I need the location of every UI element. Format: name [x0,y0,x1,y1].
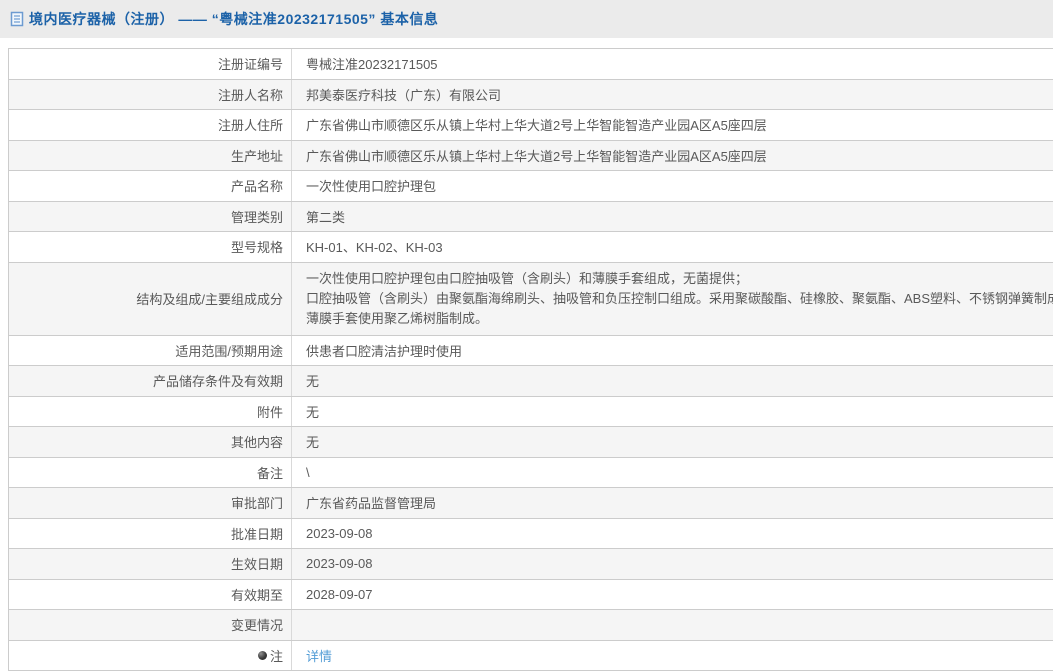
row-label: 有效期至 [9,580,292,610]
row-value: 邦美泰医疗科技（广东）有限公司 [292,80,1053,110]
row-label: 注 [9,641,292,671]
row-label: 型号规格 [9,232,292,262]
row-value: 一次性使用口腔护理包由口腔抽吸管（含刷头）和薄膜手套组成，无菌提供； 口腔抽吸管… [292,263,1053,335]
page-header: 境内医疗器械（注册） —— “粤械注准20232171505” 基本信息 [0,0,1053,38]
row-value: 广东省佛山市顺德区乐从镇上华村上华大道2号上华智能智造产业园A区A5座四层 [292,110,1053,140]
note-icon [258,651,267,660]
row-value: 广东省药品监督管理局 [292,488,1053,518]
row-label: 适用范围/预期用途 [9,336,292,366]
row-value: 2023-09-08 [292,519,1053,549]
row-label: 注册证编号 [9,49,292,79]
row-value: 广东省佛山市顺德区乐从镇上华村上华大道2号上华智能智造产业园A区A5座四层 [292,141,1053,171]
table-row: 备注 \ [9,458,1053,489]
row-value: \ [292,458,1053,488]
registration-info-table: 注册证编号 粤械注准20232171505 注册人名称 邦美泰医疗科技（广东）有… [8,48,1053,671]
row-label: 注册人名称 [9,80,292,110]
row-label: 变更情况 [9,610,292,640]
row-value: 第二类 [292,202,1053,232]
table-row: 审批部门 广东省药品监督管理局 [9,488,1053,519]
row-value: KH-01、KH-02、KH-03 [292,232,1053,262]
table-row: 适用范围/预期用途 供患者口腔清洁护理时使用 [9,336,1053,367]
table-row: 附件 无 [9,397,1053,428]
composition-line: 一次性使用口腔护理包由口腔抽吸管（含刷头）和薄膜手套组成，无菌提供； [306,269,748,289]
row-label: 生产地址 [9,141,292,171]
row-label: 备注 [9,458,292,488]
composition-line: 薄膜手套使用聚乙烯树脂制成。 [306,309,488,329]
table-row: 注 详情 [9,641,1053,671]
table-row: 注册人名称 邦美泰医疗科技（广东）有限公司 [9,80,1053,111]
row-value: 供患者口腔清洁护理时使用 [292,336,1053,366]
row-label: 产品名称 [9,171,292,201]
details-link[interactable]: 详情 [306,646,332,665]
table-row: 生效日期 2023-09-08 [9,549,1053,580]
row-label: 生效日期 [9,549,292,579]
row-value: 无 [292,397,1053,427]
row-value: 详情 [292,641,1053,671]
row-value: 无 [292,366,1053,396]
row-label: 附件 [9,397,292,427]
table-row: 生产地址 广东省佛山市顺德区乐从镇上华村上华大道2号上华智能智造产业园A区A5座… [9,141,1053,172]
table-row: 批准日期 2023-09-08 [9,519,1053,550]
row-value: 一次性使用口腔护理包 [292,171,1053,201]
table-row: 其他内容 无 [9,427,1053,458]
row-value: 2023-09-08 [292,549,1053,579]
table-row: 注册证编号 粤械注准20232171505 [9,49,1053,80]
row-value [292,610,1053,640]
row-label: 其他内容 [9,427,292,457]
row-label-text: 注 [270,646,283,665]
row-label: 注册人住所 [9,110,292,140]
row-value: 无 [292,427,1053,457]
table-row: 注册人住所 广东省佛山市顺德区乐从镇上华村上华大道2号上华智能智造产业园A区A5… [9,110,1053,141]
table-row: 变更情况 [9,610,1053,641]
row-label: 审批部门 [9,488,292,518]
row-label: 管理类别 [9,202,292,232]
row-label: 结构及组成/主要组成成分 [9,263,292,335]
row-value: 2028-09-07 [292,580,1053,610]
row-value: 粤械注准20232171505 [292,49,1053,79]
table-row: 产品名称 一次性使用口腔护理包 [9,171,1053,202]
table-row: 管理类别 第二类 [9,202,1053,233]
page-title: 境内医疗器械（注册） —— “粤械注准20232171505” 基本信息 [29,9,438,29]
table-row: 型号规格 KH-01、KH-02、KH-03 [9,232,1053,263]
row-label: 产品储存条件及有效期 [9,366,292,396]
composition-line: 口腔抽吸管（含刷头）由聚氨酯海绵刷头、抽吸管和负压控制口组成。采用聚碳酸酯、硅橡… [306,289,1053,309]
table-row: 有效期至 2028-09-07 [9,580,1053,611]
table-row: 产品储存条件及有效期 无 [9,366,1053,397]
table-row: 结构及组成/主要组成成分 一次性使用口腔护理包由口腔抽吸管（含刷头）和薄膜手套组… [9,263,1053,336]
document-icon [10,11,24,27]
row-label: 批准日期 [9,519,292,549]
